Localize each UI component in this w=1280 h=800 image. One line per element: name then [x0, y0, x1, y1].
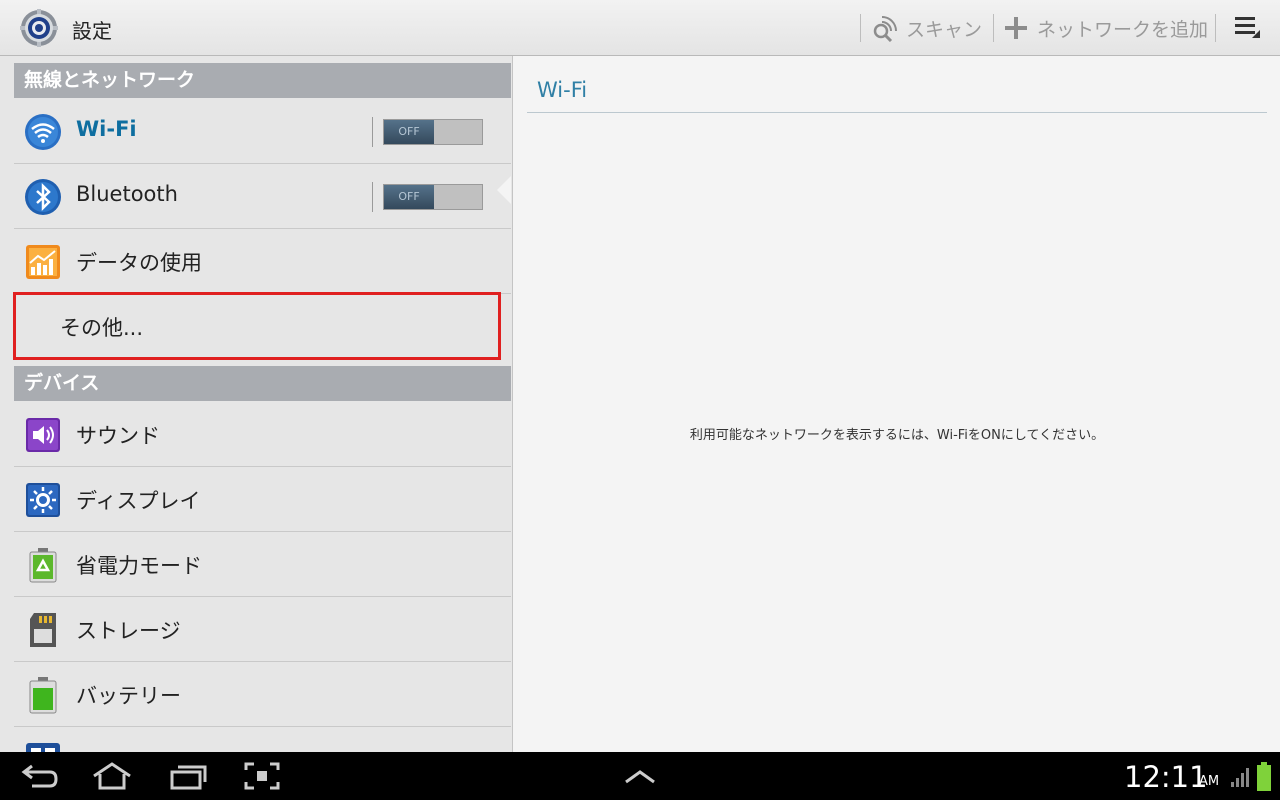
screenshot-icon[interactable]: [242, 760, 282, 792]
sidebar-item-label: ストレージ: [76, 619, 181, 643]
sidebar-item-display[interactable]: ディスプレイ: [14, 467, 511, 532]
sidebar-item-label: Bluetooth: [76, 182, 178, 206]
sidebar-item-bluetooth[interactable]: Bluetooth OFF: [14, 164, 511, 229]
clock-time: 12:11: [1124, 760, 1208, 794]
highlight-box: [13, 292, 501, 360]
recent-apps-icon[interactable]: [168, 760, 208, 792]
sidebar-item-label: 省電力モード: [76, 554, 202, 578]
divider: [527, 112, 1267, 113]
divider: [372, 182, 373, 212]
signal-icon: [1231, 768, 1249, 787]
settings-gear-icon[interactable]: [19, 8, 59, 48]
sidebar-item-label: データの使用: [76, 251, 202, 275]
page-title: 設定: [72, 19, 112, 43]
selection-pointer: [497, 176, 511, 204]
section-header-wireless: 無線とネットワーク: [14, 63, 511, 98]
toggle-state: OFF: [384, 120, 434, 144]
scan-icon: [873, 16, 897, 42]
sound-icon: [26, 418, 60, 452]
battery-status-icon: [1257, 762, 1271, 791]
bluetooth-icon: [25, 179, 61, 215]
home-icon[interactable]: [92, 760, 132, 792]
sidebar-item-label: Wi-Fi: [76, 117, 137, 141]
add-network-button[interactable]: ネットワークを追加: [1003, 10, 1208, 46]
sidebar-item-battery[interactable]: バッテリー: [14, 662, 511, 727]
sidebar-item-sound[interactable]: サウンド: [14, 402, 511, 467]
action-bar: 設定 スキャン ネットワークを追加: [0, 0, 1280, 56]
scan-button[interactable]: スキャン: [870, 10, 982, 46]
divider: [372, 117, 373, 147]
sidebar-item-label: ディスプレイ: [76, 489, 201, 513]
divider: [993, 14, 994, 42]
detail-pane: Wi-Fi 利用可能なネットワークを表示するには、Wi-FiをONにしてください…: [512, 56, 1280, 752]
divider: [860, 14, 861, 42]
storage-icon: [30, 613, 56, 647]
battery-icon: [29, 677, 57, 714]
empty-state-message: 利用可能なネットワークを表示するには、Wi-FiをONにしてください。: [689, 428, 1105, 443]
clock-ampm: AM: [1199, 774, 1220, 789]
power-saving-icon: [29, 548, 57, 583]
applications-icon: [26, 743, 60, 752]
toggle-state: OFF: [384, 185, 434, 209]
section-header-device: デバイス: [14, 366, 511, 401]
back-icon[interactable]: [20, 760, 60, 792]
divider: [1215, 14, 1216, 42]
settings-list: 無線とネットワーク Wi-Fi OFF Bluetooth OFF データの使用…: [0, 56, 512, 752]
sidebar-item-wifi[interactable]: Wi-Fi OFF: [14, 99, 511, 164]
sidebar-item-label: バッテリー: [76, 684, 181, 708]
sidebar-item-label: サウンド: [76, 424, 160, 448]
sidebar-item-applications[interactable]: [14, 727, 511, 752]
sidebar-item-power-saving[interactable]: 省電力モード: [14, 532, 511, 597]
sidebar-item-storage[interactable]: ストレージ: [14, 597, 511, 662]
chevron-up-icon[interactable]: [620, 760, 660, 792]
detail-title: Wi-Fi: [537, 78, 588, 102]
bluetooth-toggle[interactable]: OFF: [383, 184, 483, 210]
system-bar: 12:11 AM: [0, 752, 1280, 800]
sidebar-item-data-usage[interactable]: データの使用: [14, 229, 511, 294]
wifi-toggle[interactable]: OFF: [383, 119, 483, 145]
display-icon: [26, 483, 60, 517]
overflow-menu-icon[interactable]: [1232, 12, 1262, 42]
scan-label: スキャン: [906, 18, 983, 41]
plus-icon: [1005, 17, 1027, 39]
data-usage-icon: [26, 245, 60, 279]
wifi-icon: [25, 114, 61, 150]
add-network-label: ネットワークを追加: [1037, 18, 1209, 41]
